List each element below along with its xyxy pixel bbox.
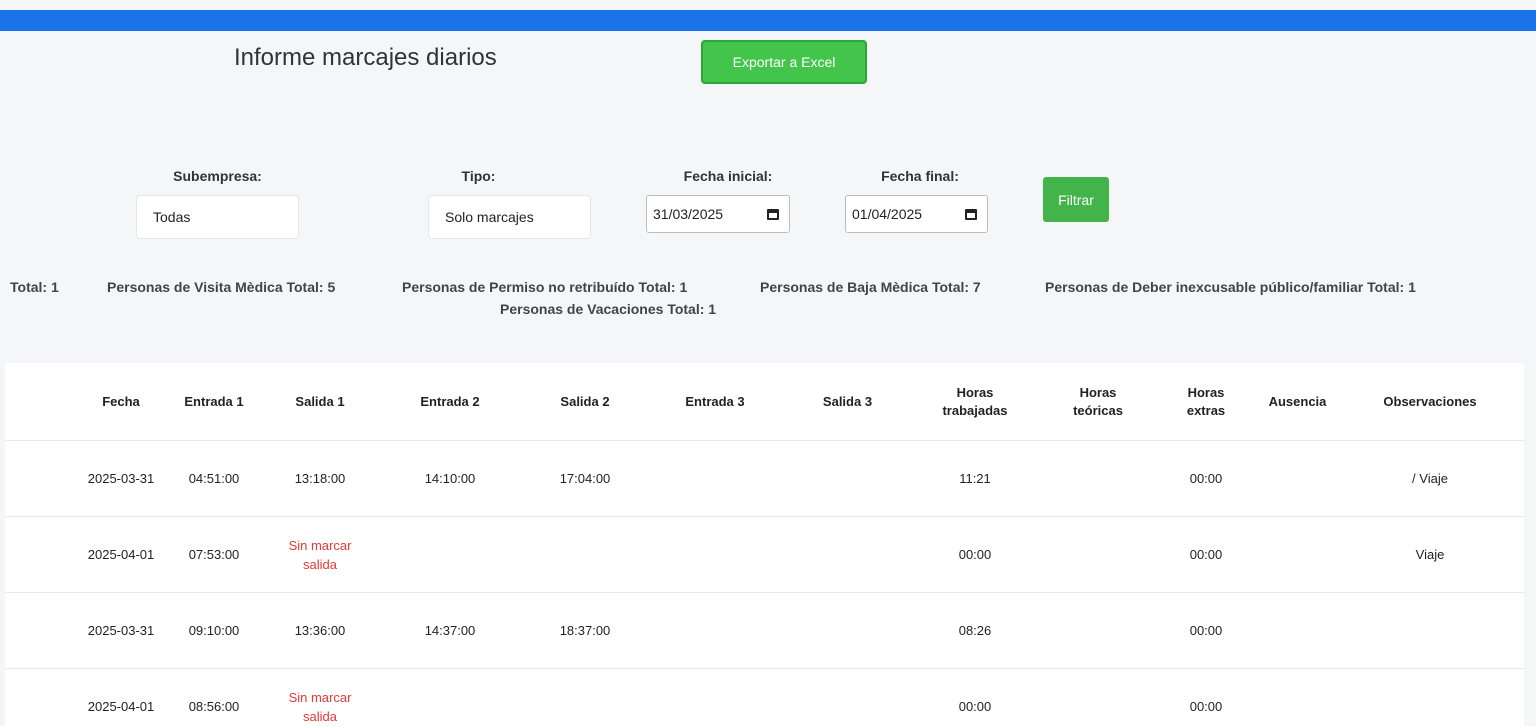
- cell-salida-3: [805, 669, 890, 726]
- cell-salida-3: [805, 593, 890, 668]
- cell-salida-1: 13:18:00: [294, 471, 346, 486]
- cell-horas-teoricas: [1063, 593, 1133, 668]
- cell-observaciones: Viaje: [1415, 547, 1445, 562]
- cell-ausencia: [1255, 593, 1340, 668]
- cell-salida-2: 18:37:00: [559, 623, 611, 638]
- cell-horas-teoricas: [1063, 517, 1133, 592]
- cell-observaciones: / Viaje: [1412, 471, 1448, 486]
- cell-horas-trabajadas: 08:26: [958, 623, 992, 638]
- filter-button[interactable]: Filtrar: [1043, 177, 1109, 222]
- total-permiso-no-retribuido: Personas de Permiso no retribuído Total:…: [402, 279, 688, 295]
- col-header-observaciones: Observaciones: [1383, 393, 1477, 409]
- fecha-final-label: Fecha final:: [881, 168, 959, 184]
- fecha-inicial-label: Fecha inicial:: [683, 168, 773, 184]
- cell-salida-2: [540, 517, 630, 592]
- cell-observaciones: [1370, 593, 1490, 668]
- total-deber-inexcusable: Personas de Deber inexcusable público/fa…: [1045, 279, 1416, 295]
- table-row[interactable]: 2025-03-31 09:10:00 13:36:00 14:37:00 18…: [5, 592, 1524, 668]
- cell-fecha: 2025-04-01: [87, 699, 155, 714]
- cell-ausencia: [1255, 441, 1340, 516]
- cell-entrada-2: 14:37:00: [424, 623, 476, 638]
- fecha-final-value: 01/04/2025: [852, 206, 923, 222]
- cell-entrada-1: 04:51:00: [188, 471, 240, 486]
- col-header-entrada-2: Entrada 2: [420, 393, 480, 409]
- cell-horas-trabajadas: 00:00: [958, 547, 992, 562]
- col-header-ausencia: Ausencia: [1268, 393, 1327, 409]
- cell-entrada-2: [400, 669, 500, 726]
- fecha-final-input[interactable]: 01/04/2025: [845, 195, 988, 233]
- table-row[interactable]: 2025-04-01 07:53:00 Sin marcar salida 00…: [5, 516, 1524, 592]
- total-vacaciones: Personas de Vacaciones Total: 1: [500, 301, 717, 317]
- col-header-fecha: Fecha: [102, 393, 140, 409]
- total-visita-medica: Personas de Visita Mèdica Total: 5: [107, 279, 336, 295]
- col-header-entrada-1: Entrada 1: [184, 393, 244, 409]
- subempresa-value: Todas: [153, 209, 191, 225]
- col-header-salida-3: Salida 3: [822, 393, 873, 409]
- cell-horas-extras: 00:00: [1189, 547, 1223, 562]
- export-excel-button[interactable]: Exportar a Excel: [701, 40, 867, 84]
- cell-entrada-2: [400, 517, 500, 592]
- cell-entrada-1: 07:53:00: [188, 547, 240, 562]
- calendar-icon[interactable]: [767, 208, 779, 220]
- cell-horas-trabajadas: 00:00: [958, 699, 992, 714]
- cell-entrada-1: 08:56:00: [188, 699, 240, 714]
- cell-horas-extras: 00:00: [1189, 471, 1223, 486]
- table-row[interactable]: 2025-03-31 04:51:00 13:18:00 14:10:00 17…: [5, 440, 1524, 516]
- total-baja-medica: Personas de Baja Mèdica Total: 7: [760, 279, 981, 295]
- cell-entrada-1: 09:10:00: [188, 623, 240, 638]
- cell-ausencia: [1255, 669, 1340, 726]
- table-row[interactable]: 2025-04-01 08:56:00 Sin marcar salida 00…: [5, 668, 1524, 726]
- col-header-entrada-3: Entrada 3: [685, 393, 745, 409]
- cell-entrada-3: [665, 593, 765, 668]
- cell-horas-extras: 00:00: [1189, 699, 1223, 714]
- cell-salida-3: [805, 517, 890, 592]
- tipo-select[interactable]: Solo marcajes: [428, 195, 591, 239]
- cell-fecha: 2025-03-31: [87, 623, 155, 638]
- cell-salida-1-missing: Sin marcar salida: [288, 537, 352, 572]
- subempresa-select[interactable]: Todas: [136, 195, 299, 239]
- col-header-horas-extras: Horas extras: [1186, 384, 1226, 418]
- col-header-salida-2: Salida 2: [560, 393, 610, 409]
- cell-entrada-3: [665, 441, 765, 516]
- cell-salida-1: 13:36:00: [294, 623, 346, 638]
- cell-horas-trabajadas: 11:21: [959, 471, 991, 486]
- cell-fecha: 2025-04-01: [87, 547, 155, 562]
- cell-entrada-2: 14:10:00: [424, 471, 476, 486]
- cell-salida-2: [540, 669, 630, 726]
- cell-salida-2: 17:04:00: [559, 471, 611, 486]
- subempresa-label: Subempresa:: [173, 168, 262, 184]
- fecha-inicial-value: 31/03/2025: [653, 206, 724, 222]
- col-header-horas-teoricas: Horas teóricas: [1073, 384, 1123, 418]
- cell-entrada-3: [665, 669, 765, 726]
- tipo-value: Solo marcajes: [445, 209, 534, 225]
- total-count: Total: 1: [10, 279, 59, 295]
- col-header-horas-trabajadas: Horas trabajadas: [942, 384, 1008, 418]
- cell-ausencia: [1255, 517, 1340, 592]
- cell-entrada-3: [665, 517, 765, 592]
- cell-salida-3: [805, 441, 890, 516]
- page-title: Informe marcajes diarios: [234, 44, 497, 71]
- cell-salida-1-missing: Sin marcar salida: [288, 689, 352, 724]
- calendar-icon[interactable]: [965, 208, 977, 220]
- marcajes-table: Fecha Entrada 1 Salida 1 Entrada 2 Salid…: [5, 363, 1524, 726]
- top-bar: [0, 10, 1536, 31]
- tipo-label: Tipo:: [461, 168, 496, 184]
- cell-observaciones: [1370, 669, 1490, 726]
- col-header-salida-1: Salida 1: [295, 393, 345, 409]
- cell-fecha: 2025-03-31: [87, 471, 155, 486]
- cell-horas-extras: 00:00: [1189, 623, 1223, 638]
- cell-horas-teoricas: [1063, 441, 1133, 516]
- cell-horas-teoricas: [1063, 669, 1133, 726]
- fecha-inicial-input[interactable]: 31/03/2025: [646, 195, 790, 233]
